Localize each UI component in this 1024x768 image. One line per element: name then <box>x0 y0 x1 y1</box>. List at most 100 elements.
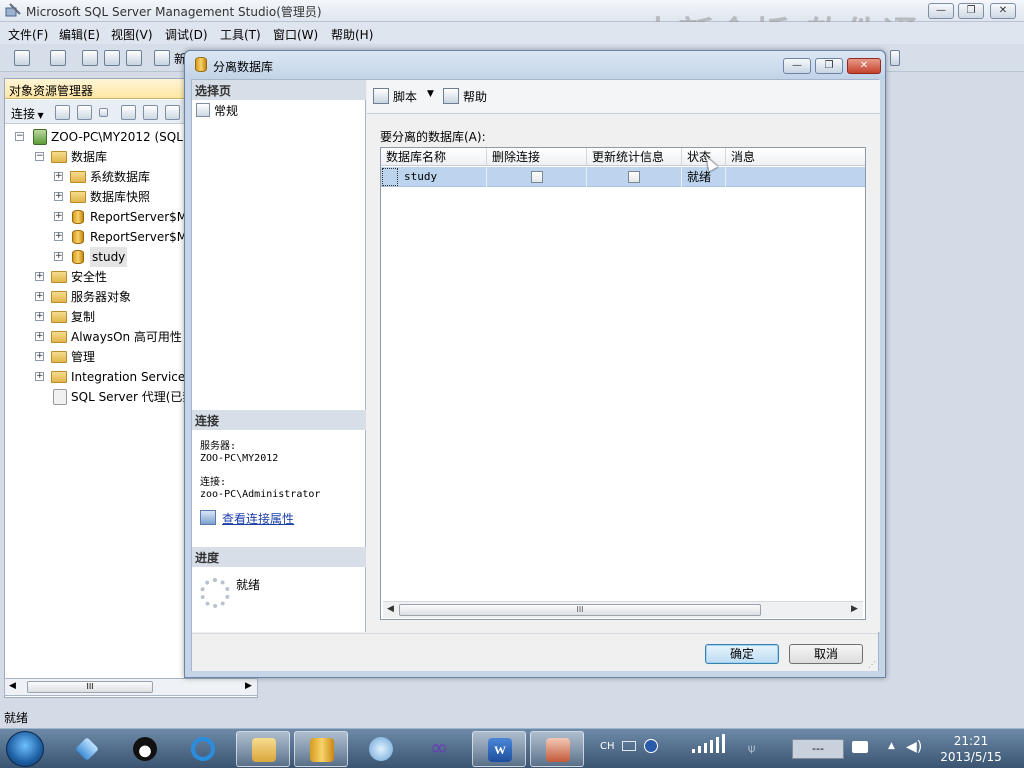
keyboard-icon[interactable] <box>622 741 636 751</box>
collapse-icon[interactable]: − <box>15 132 24 141</box>
volume-icon[interactable]: ◀) <box>906 739 922 755</box>
column-database-name[interactable]: 数据库名称 <box>381 148 487 166</box>
activity-monitor-icon[interactable] <box>165 105 180 120</box>
menu-help[interactable]: 帮助(H) <box>331 26 373 43</box>
taskbar-app-ssms[interactable] <box>294 731 348 767</box>
menu-tools[interactable]: 工具(T) <box>220 26 261 43</box>
taskbar-app-recorder[interactable] <box>530 731 584 767</box>
connection-header: 连接 <box>192 410 366 430</box>
wireless-icon[interactable]: ⍦ <box>748 741 755 756</box>
dialog-maximize-button[interactable]: ❐ <box>815 58 843 74</box>
menu-debug[interactable]: 调试(D) <box>165 26 208 43</box>
expand-icon[interactable]: + <box>35 312 44 321</box>
expand-icon[interactable]: + <box>35 292 44 301</box>
expand-icon[interactable]: + <box>35 272 44 281</box>
disconnect-icon[interactable] <box>77 105 92 120</box>
connection-label: 连接: <box>200 477 227 488</box>
tray-indicator-box[interactable]: --- <box>792 739 844 759</box>
folder-icon <box>51 371 67 383</box>
stop-icon[interactable] <box>99 108 108 117</box>
properties-page-icon <box>196 103 210 117</box>
taskbar-app-ie[interactable] <box>176 731 230 767</box>
taskbar-app-bird[interactable] <box>60 731 114 767</box>
toolbar-overflow-icon[interactable] <box>890 50 900 66</box>
taskbar: ∞ W CH ⍦ --- ▲ ◀) 21:21 2013/5/15 <box>0 728 1024 768</box>
ok-button[interactable]: 确定 <box>705 644 779 664</box>
minimize-button[interactable]: — <box>928 3 954 19</box>
menu-view[interactable]: 视图(V) <box>111 26 153 43</box>
dialog-title-bar[interactable]: 分离数据库 — ❐ ✕ <box>185 51 885 79</box>
status-text: 就绪 <box>4 711 29 725</box>
menu-window[interactable]: 窗口(W) <box>273 26 318 43</box>
grid-hscrollbar[interactable]: ◀ III ▶ <box>383 601 863 618</box>
dialog-right-pane: 脚本 ▼ 帮助 要分离的数据库(A): 数据库名称 删除连接 更新统计信息 状态… <box>367 80 880 632</box>
column-update-statistics[interactable]: 更新统计信息 <box>587 148 682 166</box>
view-connection-properties-link[interactable]: 查看连接属性 <box>222 510 294 527</box>
bird-app-icon <box>75 737 99 761</box>
clock-date: 2013/5/15 <box>940 750 1002 764</box>
filter-icon[interactable] <box>121 105 136 120</box>
scroll-left-icon[interactable]: ◀ <box>9 681 16 691</box>
power-plug-icon[interactable] <box>852 741 868 753</box>
taskbar-app-qq[interactable] <box>118 731 172 767</box>
ssms-app-icon <box>310 738 334 762</box>
taskbar-app-magnifier[interactable] <box>354 731 408 767</box>
expand-icon[interactable]: + <box>54 172 63 181</box>
column-drop-connections[interactable]: 删除连接 <box>487 148 587 166</box>
table-row[interactable]: study 就绪 <box>381 167 865 187</box>
scroll-right-icon[interactable]: ▶ <box>851 604 858 614</box>
resize-grip-icon[interactable]: ⋰ <box>868 660 876 669</box>
scroll-right-icon[interactable]: ▶ <box>245 681 252 691</box>
object-explorer-hscrollbar[interactable]: ◀ III ▶ <box>4 678 258 696</box>
close-button[interactable]: ✕ <box>990 3 1016 19</box>
refresh-icon[interactable] <box>143 105 158 120</box>
help-icon[interactable] <box>644 739 658 753</box>
expand-icon[interactable]: + <box>54 252 63 261</box>
signal-strength-icon[interactable] <box>690 734 734 761</box>
taskbar-app-explorer[interactable] <box>236 731 290 767</box>
start-button[interactable] <box>6 731 44 767</box>
expand-icon[interactable]: + <box>54 192 63 201</box>
magnifier-icon <box>369 737 393 761</box>
collapse-icon[interactable]: − <box>35 152 44 161</box>
save-all-icon[interactable] <box>126 50 142 66</box>
cancel-button[interactable]: 取消 <box>789 644 863 664</box>
folder-icon <box>51 151 67 163</box>
connect-dropdown-button[interactable]: 连接 ▼ <box>11 105 44 122</box>
scroll-thumb[interactable]: III <box>27 681 153 693</box>
expand-icon[interactable]: + <box>35 332 44 341</box>
new-query-icon[interactable] <box>154 50 170 66</box>
scroll-thumb[interactable]: III <box>399 604 761 616</box>
database-icon <box>72 250 84 264</box>
taskbar-app-word[interactable]: W <box>472 731 526 767</box>
column-message[interactable]: 消息 <box>726 148 865 166</box>
scroll-left-icon[interactable]: ◀ <box>387 604 394 614</box>
dialog-minimize-button[interactable]: — <box>783 58 811 74</box>
new-project-icon[interactable] <box>14 50 30 66</box>
expand-icon[interactable]: + <box>54 232 63 241</box>
menu-edit[interactable]: 编辑(E) <box>59 26 100 43</box>
expand-icon[interactable]: + <box>35 372 44 381</box>
open-file-icon[interactable] <box>82 50 98 66</box>
expand-icon[interactable]: + <box>35 352 44 361</box>
show-hidden-icons-icon[interactable]: ▲ <box>888 741 895 751</box>
new-item-icon[interactable] <box>50 50 66 66</box>
detach-grid: 数据库名称 删除连接 更新统计信息 状态 消息 study 就绪 ◀ III ▶ <box>380 147 866 620</box>
connect-server-icon[interactable] <box>55 105 70 120</box>
expand-icon[interactable]: + <box>54 212 63 221</box>
restore-button[interactable]: ❐ <box>958 3 984 19</box>
menu-bar: 文件(F) 编辑(E) 视图(V) 调试(D) 工具(T) 窗口(W) 帮助(H… <box>0 22 1024 44</box>
input-language-indicator[interactable]: CH <box>600 741 615 752</box>
chevron-down-icon[interactable]: ▼ <box>427 89 434 99</box>
drop-connections-checkbox[interactable] <box>531 171 543 183</box>
update-statistics-checkbox[interactable] <box>628 171 640 183</box>
server-label: 服务器: <box>200 441 237 452</box>
menu-file[interactable]: 文件(F) <box>8 26 48 43</box>
save-icon[interactable] <box>104 50 120 66</box>
folder-icon <box>51 291 67 303</box>
system-clock[interactable]: 21:21 2013/5/15 <box>934 733 1008 765</box>
sql-agent-icon <box>53 389 67 405</box>
dialog-close-button[interactable]: ✕ <box>847 58 881 74</box>
taskbar-app-visual-studio[interactable]: ∞ <box>412 731 466 767</box>
dialog-left-pane: 选择页 常规 连接 服务器: ZOO-PC\MY2012 连接: zoo-PC\… <box>192 80 366 632</box>
